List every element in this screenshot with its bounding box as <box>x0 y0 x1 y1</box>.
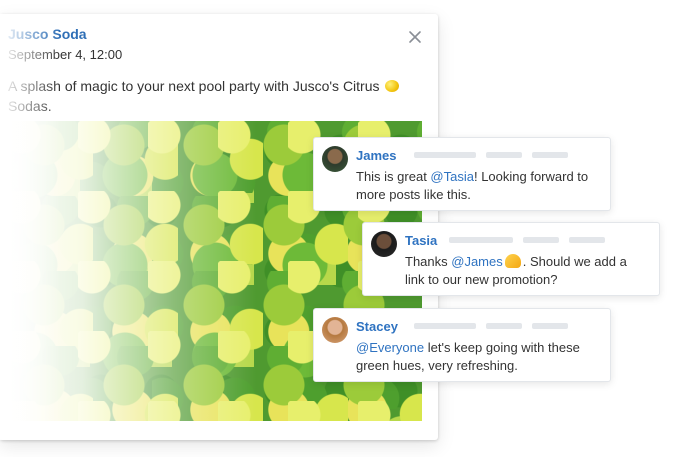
card-left-fade <box>0 14 60 440</box>
placeholder-bars <box>414 323 568 329</box>
placeholder-bar <box>414 152 476 158</box>
post-text-line1: A splash of magic to your next pool part… <box>8 78 380 94</box>
placeholder-bar <box>532 323 568 329</box>
avatar <box>322 146 348 172</box>
comment-text: Thanks <box>405 254 452 269</box>
comment-body: Thanks @James. Should we add a link to o… <box>405 253 649 289</box>
mention-link[interactable]: @James <box>451 254 503 269</box>
placeholder-bar <box>486 323 522 329</box>
mention-link[interactable]: @Tasia <box>430 169 474 184</box>
avatar <box>322 317 348 343</box>
placeholder-bars <box>414 152 568 158</box>
post-text-line2: Sodas. <box>8 96 428 116</box>
comment-tasia[interactable]: Tasia Thanks @James. Should we add a lin… <box>362 222 660 296</box>
placeholder-bar <box>532 152 568 158</box>
comment-stacey[interactable]: Stacey @Everyone let's keep going with t… <box>313 308 611 382</box>
comment-author[interactable]: James <box>356 148 396 163</box>
mention-link[interactable]: @Everyone <box>356 340 424 355</box>
lemon-icon <box>385 80 400 92</box>
post-text: A splash of magic to your next pool part… <box>8 76 428 116</box>
comment-body: @Everyone let's keep going with these gr… <box>356 339 600 375</box>
comment-body: This is great @Tasia! Looking forward to… <box>356 168 600 204</box>
comment-text: This is great <box>356 169 431 184</box>
placeholder-bar <box>569 237 605 243</box>
placeholder-bar <box>449 237 513 243</box>
placeholder-bar <box>523 237 559 243</box>
placeholder-bars <box>449 237 605 243</box>
comment-author[interactable]: Stacey <box>356 319 398 334</box>
placeholder-bar <box>414 323 476 329</box>
raised-hands-icon <box>504 254 521 268</box>
avatar <box>371 231 397 257</box>
placeholder-bar <box>486 152 522 158</box>
comment-james[interactable]: James This is great @Tasia! Looking forw… <box>313 137 611 211</box>
close-icon[interactable] <box>408 30 422 44</box>
comment-author[interactable]: Tasia <box>405 233 437 248</box>
